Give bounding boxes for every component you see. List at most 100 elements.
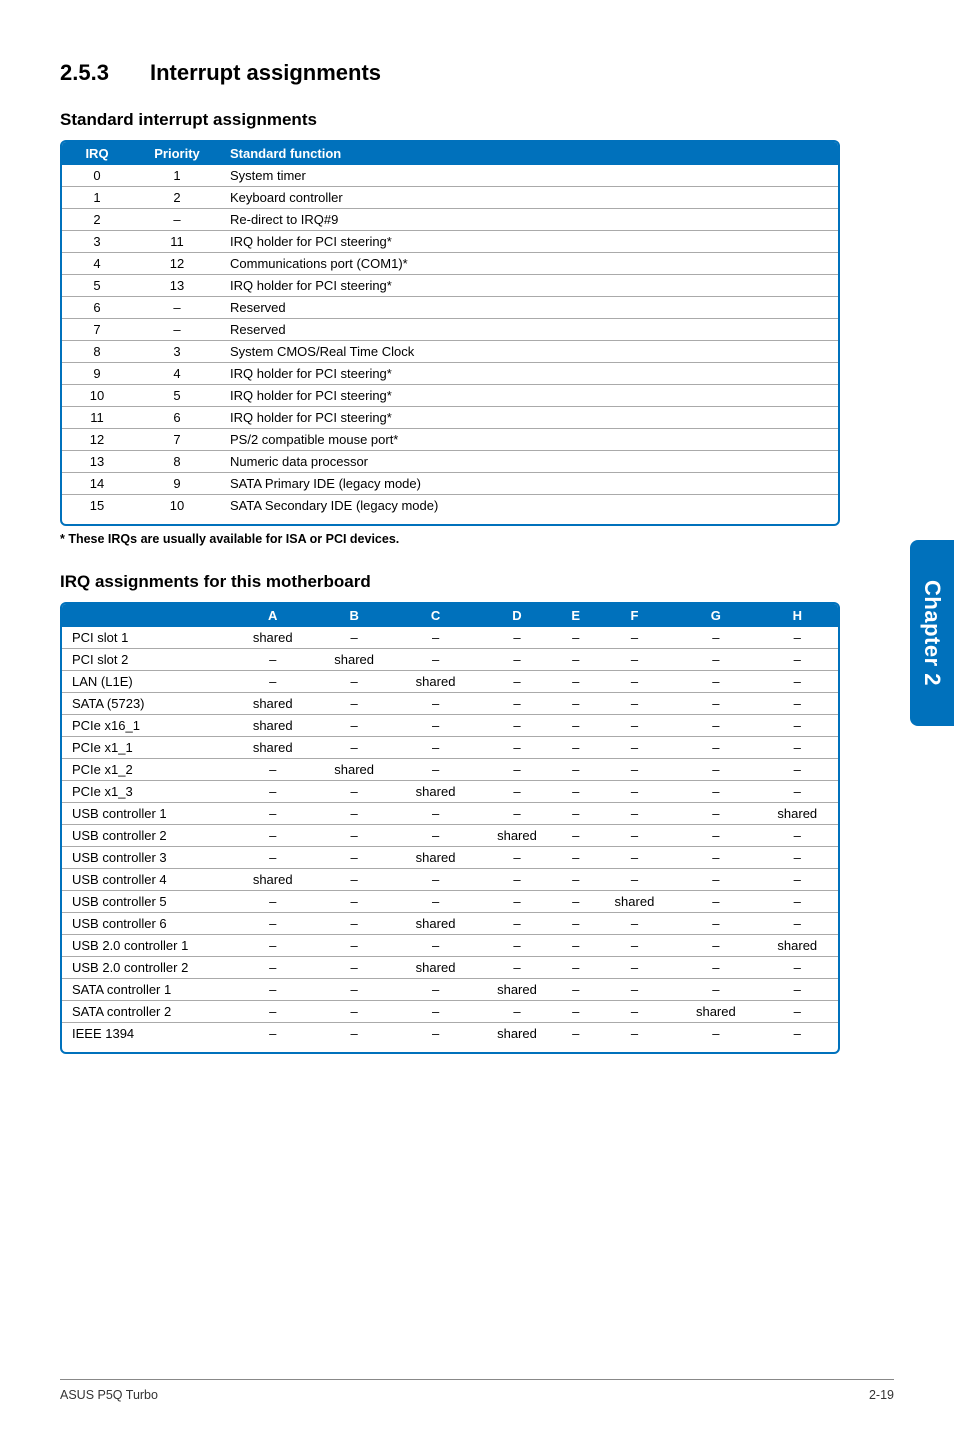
table-row: 105IRQ holder for PCI steering* (62, 385, 838, 407)
assign-cell: – (232, 935, 313, 957)
assign-cell: – (558, 869, 594, 891)
standard-irq-table-wrap: IRQ Priority Standard function 01System … (60, 140, 840, 526)
assign-cell: – (675, 1023, 756, 1045)
assign-cell: – (594, 627, 675, 649)
irq-cell: 10 (62, 385, 132, 407)
assign-cell: – (476, 627, 557, 649)
assign-cell: – (476, 671, 557, 693)
col-b: B (313, 604, 394, 627)
assign-cell: – (558, 781, 594, 803)
irq-cell: 8 (62, 341, 132, 363)
assign-cell: – (675, 671, 756, 693)
assign-cell: – (558, 649, 594, 671)
function-cell: IRQ holder for PCI steering* (222, 385, 838, 407)
priority-cell: 5 (132, 385, 222, 407)
assign-cell: shared (395, 781, 476, 803)
assign-cell: – (558, 979, 594, 1001)
assign-cell: – (594, 803, 675, 825)
assignments-table-wrap: ABCDEFGH PCI slot 1shared–––––––PCI slot… (60, 602, 840, 1054)
function-cell: SATA Secondary IDE (legacy mode) (222, 495, 838, 517)
assign-cell: – (232, 803, 313, 825)
table-row: 412Communications port (COM1)* (62, 253, 838, 275)
assign-cell: – (313, 671, 394, 693)
assign-cell: – (757, 913, 838, 935)
row-label: IEEE 1394 (62, 1023, 232, 1045)
assign-cell: – (476, 781, 557, 803)
irq-cell: 11 (62, 407, 132, 429)
table-row: LAN (L1E)––shared––––– (62, 671, 838, 693)
assign-cell: – (313, 781, 394, 803)
priority-cell: 13 (132, 275, 222, 297)
assign-cell: – (395, 1001, 476, 1023)
assign-cell: – (757, 1023, 838, 1045)
col-blank (62, 604, 232, 627)
irq-cell: 6 (62, 297, 132, 319)
table-row: USB controller 5–––––shared–– (62, 891, 838, 913)
chapter-tab: Chapter 2 (910, 540, 954, 726)
assign-cell: – (395, 869, 476, 891)
assign-cell: shared (395, 957, 476, 979)
assign-cell: – (395, 649, 476, 671)
row-label: LAN (L1E) (62, 671, 232, 693)
footer-right: 2-19 (869, 1388, 894, 1402)
assign-cell: shared (232, 737, 313, 759)
assign-cell: – (594, 715, 675, 737)
chapter-tab-label: Chapter 2 (919, 580, 945, 686)
priority-cell: 3 (132, 341, 222, 363)
table-row: 01System timer (62, 165, 838, 187)
assign-cell: – (675, 979, 756, 1001)
row-label: PCI slot 1 (62, 627, 232, 649)
priority-cell: – (132, 209, 222, 231)
assign-cell: – (594, 979, 675, 1001)
assign-cell: – (395, 979, 476, 1001)
assign-cell: – (757, 979, 838, 1001)
irq-cell: 2 (62, 209, 132, 231)
table-row: PCI slot 2–shared–––––– (62, 649, 838, 671)
assign-cell: – (594, 957, 675, 979)
function-cell: Numeric data processor (222, 451, 838, 473)
priority-cell: – (132, 319, 222, 341)
assign-cell: – (313, 715, 394, 737)
assign-cell: – (757, 649, 838, 671)
assign-cell: – (313, 935, 394, 957)
assign-cell: – (395, 627, 476, 649)
assign-cell: shared (757, 803, 838, 825)
standard-heading: Standard interrupt assignments (60, 110, 840, 130)
assign-cell: – (594, 1001, 675, 1023)
priority-cell: 1 (132, 165, 222, 187)
assign-cell: – (675, 825, 756, 847)
assign-cell: – (395, 803, 476, 825)
assign-cell: – (395, 825, 476, 847)
function-cell: Reserved (222, 297, 838, 319)
function-cell: IRQ holder for PCI steering* (222, 231, 838, 253)
assign-cell: shared (313, 759, 394, 781)
assign-cell: – (232, 781, 313, 803)
irq-cell: 3 (62, 231, 132, 253)
table-row: PCIe x16_1shared––––––– (62, 715, 838, 737)
assign-cell: – (558, 759, 594, 781)
table-row: 116IRQ holder for PCI steering* (62, 407, 838, 429)
irq-cell: 0 (62, 165, 132, 187)
assign-cell: – (675, 627, 756, 649)
assign-cell: – (395, 891, 476, 913)
table-row: SATA (5723)shared––––––– (62, 693, 838, 715)
assign-cell: – (558, 737, 594, 759)
assign-cell: – (558, 891, 594, 913)
irq-footnote: * These IRQs are usually available for I… (60, 532, 840, 546)
irq-cell: 1 (62, 187, 132, 209)
priority-cell: 4 (132, 363, 222, 385)
irq-cell: 9 (62, 363, 132, 385)
assign-cell: – (558, 803, 594, 825)
assign-cell: – (232, 957, 313, 979)
assign-cell: – (675, 649, 756, 671)
assign-cell: – (594, 847, 675, 869)
priority-cell: 10 (132, 495, 222, 517)
table-row: 6–Reserved (62, 297, 838, 319)
row-label: USB controller 4 (62, 869, 232, 891)
table-row: PCIe x1_1shared––––––– (62, 737, 838, 759)
assign-cell: – (757, 891, 838, 913)
irq-cell: 5 (62, 275, 132, 297)
assign-cell: – (395, 935, 476, 957)
section-heading: 2.5.3Interrupt assignments (60, 60, 840, 86)
table-row: PCI slot 1shared––––––– (62, 627, 838, 649)
